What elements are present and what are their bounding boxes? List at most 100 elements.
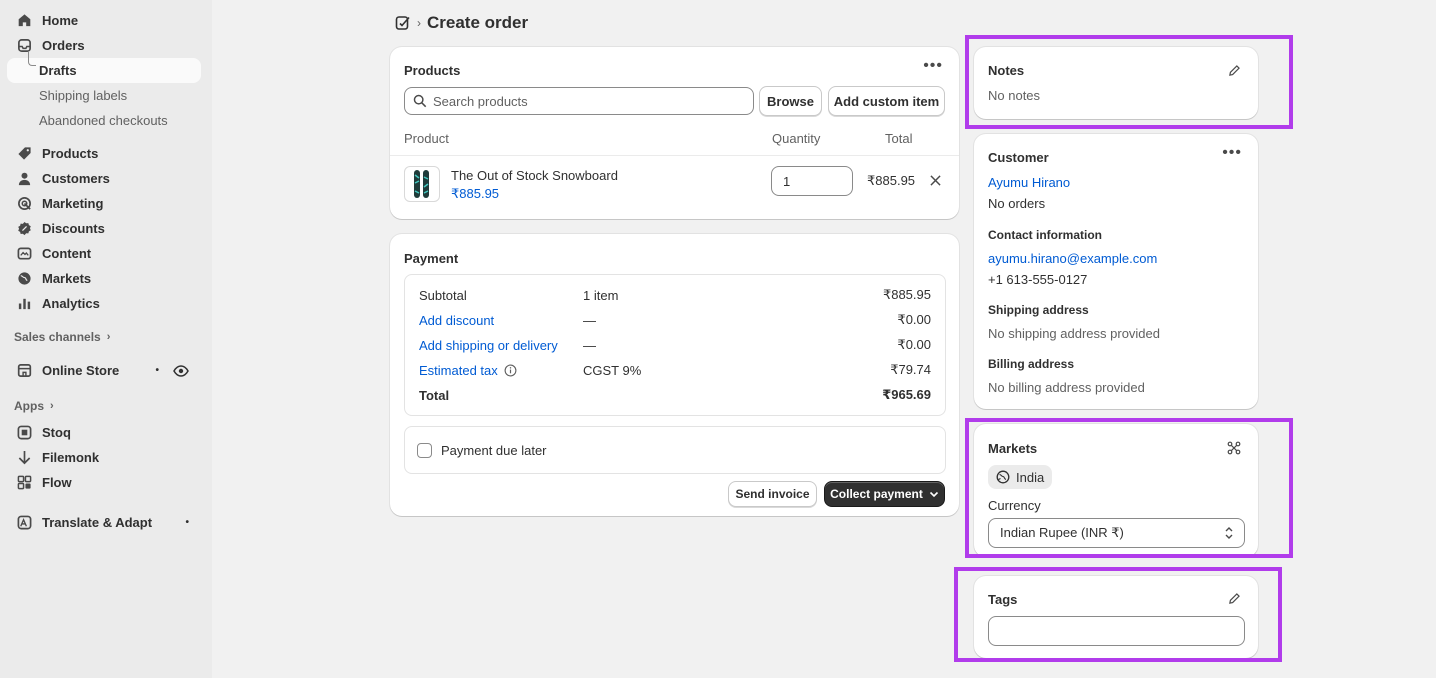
payment-summary: Subtotal 1 item ₹885.95 Add discount — ₹…: [404, 274, 946, 416]
payment-due-later-option[interactable]: Payment due later: [404, 426, 946, 474]
sidebar-item-label: Stoq: [42, 425, 71, 440]
sidebar-item-filemonk[interactable]: Filemonk: [7, 445, 201, 470]
products-card-title: Products: [404, 63, 461, 78]
column-header-product: Product: [404, 131, 449, 146]
sidebar-item-discounts[interactable]: Discounts: [7, 216, 201, 241]
currency-value: Indian Rupee (INR ₹): [1000, 525, 1124, 540]
sidebar-item-online-store[interactable]: Online Store •: [7, 358, 201, 383]
more-actions-icon[interactable]: •••: [1222, 144, 1242, 162]
sidebar-item-customers[interactable]: Customers: [7, 166, 201, 191]
sidebar-item-label: Content: [42, 246, 92, 261]
globe-icon: [996, 470, 1010, 484]
sidebar-item-orders[interactable]: Orders: [7, 33, 201, 58]
sidebar-item-marketing[interactable]: Marketing: [7, 191, 201, 216]
filemonk-app-icon: [16, 450, 32, 466]
sidebar-item-products[interactable]: Products: [7, 141, 201, 166]
tag-icon: [16, 146, 32, 162]
sidebar-item-stoq[interactable]: Stoq: [7, 420, 201, 445]
contact-information-title: Contact information: [988, 228, 1102, 242]
quantity-value: 1: [783, 173, 791, 189]
sales-channels-heading[interactable]: Sales channels ›: [0, 326, 212, 348]
sidebar-item-shipping-labels[interactable]: Shipping labels: [7, 83, 201, 108]
sidebar-item-analytics[interactable]: Analytics: [7, 291, 201, 316]
tags-card: Tags: [974, 576, 1258, 658]
row-detail: —: [583, 312, 596, 328]
line-item-total: ₹885.95: [867, 173, 916, 188]
sidebar-item-label: Orders: [42, 38, 85, 53]
chevron-right-icon: ›: [50, 400, 54, 412]
sidebar-item-drafts[interactable]: Drafts: [7, 52, 201, 83]
line-item-price[interactable]: ₹885.95: [451, 186, 499, 202]
discount-icon: [16, 221, 32, 237]
collect-payment-button[interactable]: Collect payment: [824, 481, 945, 507]
markets-card: Markets India Currency Indian Rupee (INR…: [974, 424, 1258, 557]
send-invoice-button[interactable]: Send invoice: [728, 481, 817, 507]
notes-card: Notes No notes: [974, 47, 1258, 119]
page-header: › Create order: [395, 12, 528, 34]
sidebar-item-label: Filemonk: [42, 450, 100, 465]
search-placeholder: Search products: [433, 93, 528, 109]
estimated-tax-link[interactable]: Estimated tax: [419, 363, 498, 378]
tags-card-title: Tags: [988, 592, 1018, 607]
sidebar-item-flow[interactable]: Flow: [7, 470, 201, 495]
sidebar-item-abandoned-checkouts[interactable]: Abandoned checkouts: [7, 108, 201, 133]
sidebar-item-label: Flow: [42, 475, 72, 490]
payment-due-later-checkbox[interactable]: [417, 442, 432, 458]
home-icon: [16, 13, 32, 29]
sales-channels-label: Sales channels: [14, 330, 101, 344]
remove-item-icon[interactable]: [930, 175, 941, 186]
tax-label-group: Estimated tax: [419, 363, 583, 378]
eye-icon[interactable]: [173, 363, 189, 379]
sidebar-item-label: Products: [42, 146, 99, 161]
chevron-down-icon: [929, 491, 938, 498]
market-name: India: [1016, 469, 1045, 485]
customer-name-link[interactable]: Ayumu Hirano: [988, 175, 1070, 190]
products-card: Products ••• Search products Browse Add …: [390, 47, 959, 219]
edit-notes-icon[interactable]: [1228, 64, 1241, 77]
status-dot: •: [185, 517, 189, 528]
currency-select[interactable]: Indian Rupee (INR ₹): [988, 518, 1245, 548]
stoq-app-icon: [16, 425, 32, 441]
customer-email-link[interactable]: ayumu.hirano@example.com: [988, 251, 1157, 266]
person-icon: [16, 171, 32, 187]
add-shipping-link[interactable]: Add shipping or delivery: [419, 338, 583, 353]
notes-card-title: Notes: [988, 63, 1025, 78]
row-label: Subtotal: [419, 287, 467, 303]
tags-input[interactable]: [988, 616, 1245, 646]
sidebar-item-label: Analytics: [42, 296, 100, 311]
apps-heading[interactable]: Apps ›: [0, 395, 212, 417]
draft-order-icon[interactable]: [395, 15, 411, 31]
payment-card: Payment Subtotal 1 item ₹885.95 Add disc…: [390, 234, 959, 516]
info-icon[interactable]: [504, 364, 517, 377]
target-icon: [16, 196, 32, 212]
sidebar-item-label: Shipping labels: [39, 88, 128, 103]
row-amount: ₹885.95: [882, 287, 931, 302]
payment-card-title: Payment: [404, 251, 459, 266]
select-arrows-icon: [1225, 527, 1233, 539]
browse-button[interactable]: Browse: [759, 86, 822, 116]
sidebar-item-markets[interactable]: Markets: [7, 266, 201, 291]
search-products-input[interactable]: Search products: [404, 87, 754, 115]
quantity-input[interactable]: 1: [771, 166, 853, 196]
divider: [390, 155, 959, 156]
add-discount-link[interactable]: Add discount: [419, 313, 583, 328]
market-badge: India: [988, 465, 1053, 489]
line-item-name[interactable]: The Out of Stock Snowboard: [451, 168, 618, 183]
customer-card: Customer ••• Ayumu Hirano No orders Cont…: [974, 134, 1258, 409]
page-title: Create order: [427, 13, 529, 32]
content-icon: [16, 246, 32, 262]
row-detail: —: [583, 337, 596, 353]
flow-app-icon: [16, 475, 32, 491]
market-settings-icon[interactable]: [1227, 441, 1241, 455]
edit-tags-icon[interactable]: [1228, 592, 1241, 605]
row-detail: CGST 9%: [583, 362, 642, 378]
sidebar-item-translate-adapt[interactable]: Translate & Adapt •: [7, 510, 201, 535]
row-amount: ₹79.74: [890, 362, 931, 377]
sidebar-item-content[interactable]: Content: [7, 241, 201, 266]
more-actions-icon[interactable]: •••: [923, 57, 943, 75]
sidebar-item-label: Home: [42, 13, 79, 28]
add-custom-item-button[interactable]: Add custom item: [828, 86, 945, 116]
collect-payment-label: Collect payment: [830, 487, 923, 501]
notes-value: No notes: [988, 88, 1041, 103]
sidebar-item-home[interactable]: Home: [7, 8, 201, 33]
